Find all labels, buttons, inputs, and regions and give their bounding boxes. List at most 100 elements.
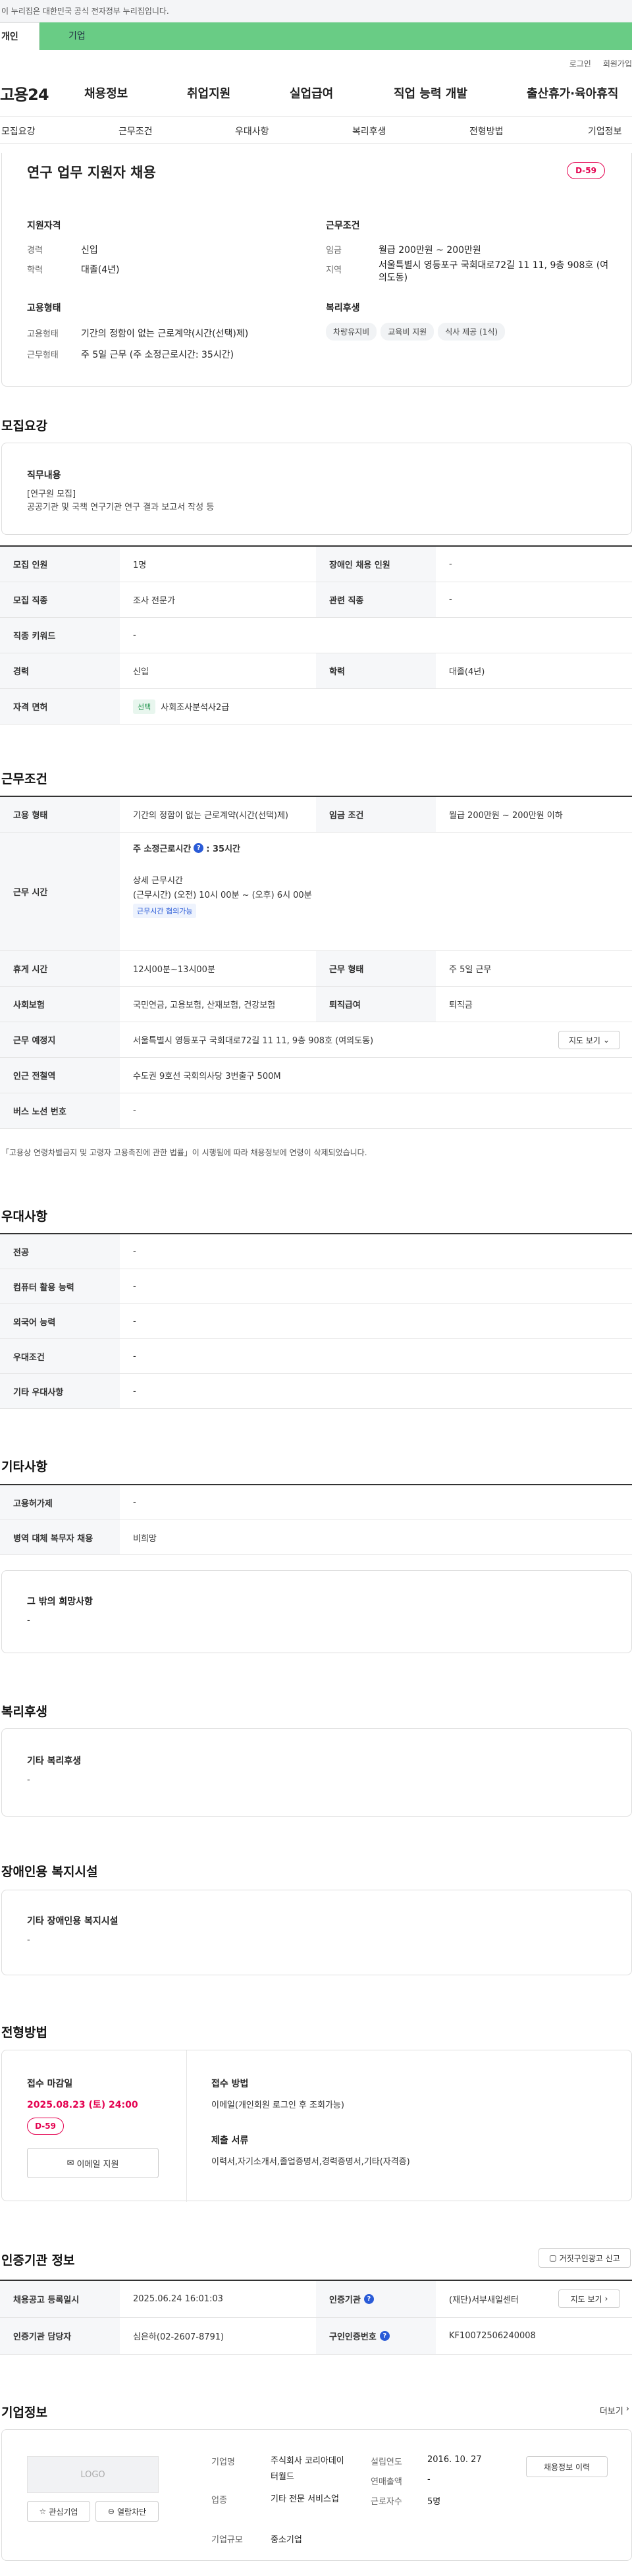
value-cell: 기간의 정함이 없는 근로계약(시간(선택)제) <box>133 811 289 821</box>
welfare-chip: 식사 제공 (1식) <box>438 323 506 341</box>
dday-badge: D-59 <box>567 162 605 179</box>
site-logo[interactable]: 고용24 <box>0 82 49 105</box>
value-cell: 신입 <box>133 667 149 677</box>
value-cell: KF10072506240008 <box>449 2331 536 2341</box>
career-value: 신입 <box>81 245 98 256</box>
founded-value: 2016. 10. 27 <box>427 2455 482 2465</box>
header-cell: 모집 직종 <box>0 582 120 617</box>
table-row: 전공 - <box>0 1234 632 1269</box>
company-name: 주식회사 코리아데이터월드 <box>271 2456 344 2482</box>
preferences-table: 전공 - 컴퓨터 활용 능력 - 외국어 능력 - 우대조건 - 기타 우대사항 - <box>0 1233 632 1409</box>
header-cell: 임금 조건 <box>316 797 436 832</box>
welfare-chips: 차량유지비 교육비 지원 식사 제공 (1식) <box>326 323 509 341</box>
tab-welfare[interactable]: 복리후생 <box>352 124 386 138</box>
wish-card: 그 밖의 희망사항 - <box>1 1570 632 1653</box>
tab-personal[interactable]: 개인 <box>0 22 40 50</box>
sales-label: 연매출액 <box>371 2477 402 2487</box>
employees-label: 근로자수 <box>371 2497 402 2507</box>
value-cell: 대졸(4년) <box>449 667 485 677</box>
value-cell: - <box>449 559 452 569</box>
value-cell: 퇴직금 <box>449 1000 473 1010</box>
map-button[interactable]: 지도 보기 ⌄ <box>558 1031 620 1049</box>
qualification-heading: 지원자격 <box>27 221 61 231</box>
value-cell: 2025.06.24 16:01:03 <box>133 2294 223 2304</box>
table-row: 모집 직종 조사 전문가 관련 직종 - <box>0 582 632 618</box>
table-row: 근무 예정지 서울특별시 영등포구 국회대로72길 11 11, 9층 908호 … <box>0 1022 632 1058</box>
table-row: 모집 인원 1명 장애인 채용 인원 - <box>0 547 632 582</box>
docs-title: 제출 서류 <box>211 2135 249 2146</box>
info-icon[interactable]: ? <box>194 843 204 853</box>
favorite-button[interactable]: ☆ 관심기업 <box>27 2501 90 2522</box>
value-cell: 월급 200만원 ~ 200만원 이하 <box>449 811 563 821</box>
worktype-value: 주 5일 근무 (주 소정근로시간: 35시간) <box>81 350 234 360</box>
header-cell: 병역 대체 복무자 채용 <box>0 1520 120 1554</box>
map-button[interactable]: 지도 보기 › <box>558 2289 620 2308</box>
more-link[interactable]: 더보기 › <box>600 2404 629 2417</box>
info-icon[interactable]: ? <box>363 2294 374 2304</box>
table-row: 인증기관 담당자 심은하(02-2607-8791) 구인인증번호? KF1007… <box>0 2318 632 2355</box>
wish-value: - <box>27 1616 30 1626</box>
header-cell: 휴게 시간 <box>0 951 120 986</box>
header-cell: 인근 전철역 <box>0 1058 120 1093</box>
nav-item-employment-support[interactable]: 취업지원 <box>187 84 230 101</box>
header-cell: 고용 형태 <box>0 797 120 832</box>
report-button[interactable]: ▢ 거짓구인광고 신고 <box>539 2248 631 2268</box>
process-heading: 전형방법 <box>1 2025 47 2040</box>
table-row: 휴게 시간 12시00분~13시00분 근무 형태 주 5일 근무 <box>0 951 632 987</box>
map-button-label: 지도 보기 <box>568 1035 600 1045</box>
tab-conditions[interactable]: 근무조건 <box>118 124 153 138</box>
docs-value: 이력서,자기소개서,졸업증명서,경력증명서,기타(자격증) <box>211 2157 410 2167</box>
tab-process[interactable]: 전형방법 <box>469 124 504 138</box>
header-cell: 자격 면허 <box>0 689 120 724</box>
tab-company[interactable]: 기업 <box>40 22 632 50</box>
table-row: 외국어 능력 - <box>0 1304 632 1339</box>
value-cell: - <box>133 630 136 640</box>
value-cell: - <box>133 1106 136 1116</box>
header-cell: 근무 형태 <box>316 951 436 986</box>
weekly-hours-value: : 35시간 <box>206 844 240 854</box>
duty-card: 직무내용 [연구원 모집] 공공기관 및 국책 연구기관 연구 결과 보고서 작… <box>1 443 632 535</box>
company-name-label: 기업명 <box>211 2457 235 2467</box>
header-cell: 퇴직급여 <box>316 987 436 1022</box>
hiring-history-button[interactable]: 채용정보 이력 <box>526 2456 608 2477</box>
block-icon: ⊖ <box>107 2507 115 2516</box>
email-apply-button[interactable]: ✉ 이메일 지원 <box>27 2148 159 2178</box>
nav-item-parental-leave[interactable]: 출산휴가·육아휴직 <box>527 84 618 101</box>
process-card: 접수 마감일 2025.08.23 (토) 24:00 D-59 ✉ 이메일 지원… <box>1 2050 632 2202</box>
table-row: 버스 노선 번호 - <box>0 1093 632 1129</box>
login-link[interactable]: 로그인 <box>569 58 591 70</box>
block-label: 열람차단 <box>117 2507 147 2517</box>
tab-preferences[interactable]: 우대사항 <box>235 124 269 138</box>
education-value: 대졸(4년) <box>81 265 120 275</box>
table-row: 병역 대체 복무자 채용 비희망 <box>0 1520 632 1555</box>
etc-table: 고용허가제 - 병역 대체 복무자 채용 비희망 <box>0 1484 632 1555</box>
welfare-heading: 복리후생 <box>326 303 360 314</box>
email-apply-label: 이메일 지원 <box>76 2159 119 2170</box>
region-label: 지역 <box>326 265 342 275</box>
header-cell: 전공 <box>0 1234 120 1269</box>
value-cell: 수도권 9호선 국회의사당 3번출구 500M <box>133 1072 281 1082</box>
tab-company[interactable]: 기업정보 <box>588 124 622 138</box>
header-cell: 장애인 채용 인원 <box>316 547 436 582</box>
tab-recruit[interactable]: 모집요강 <box>1 124 36 138</box>
header-cell: 채용공고 등록일시 <box>0 2281 120 2317</box>
nav-item-jobs[interactable]: 채용정보 <box>84 84 128 101</box>
block-button[interactable]: ⊖ 열람차단 <box>95 2501 159 2522</box>
value-cell: - <box>133 1316 136 1327</box>
join-link[interactable]: 회원가입 <box>603 58 632 70</box>
negotiable-badge: 근무시간 협의가능 <box>133 904 197 918</box>
cert-heading: 인증기관 정보 <box>1 2253 75 2268</box>
more-label: 더보기 <box>599 2407 623 2417</box>
value-cell: - <box>133 1281 136 1292</box>
deadline-value: 2025.08.23 (토) 24:00 <box>27 2100 138 2110</box>
welfare-chip: 교육비 지원 <box>381 323 434 341</box>
welfare-chip: 차량유지비 <box>326 323 377 341</box>
header-cell: 사회보험 <box>0 987 120 1022</box>
nav-item-unemployment-benefit[interactable]: 실업급여 <box>290 84 333 101</box>
weekly-hours-label: 주 소정근로시간 <box>133 844 192 854</box>
table-row: 직종 키워드 - <box>0 618 632 653</box>
header-cell: 우대조건 <box>0 1339 120 1373</box>
info-icon[interactable]: ? <box>379 2331 390 2341</box>
nav-item-skills[interactable]: 직업 능력 개발 <box>394 84 467 101</box>
optional-tag: 선택 <box>133 699 156 714</box>
